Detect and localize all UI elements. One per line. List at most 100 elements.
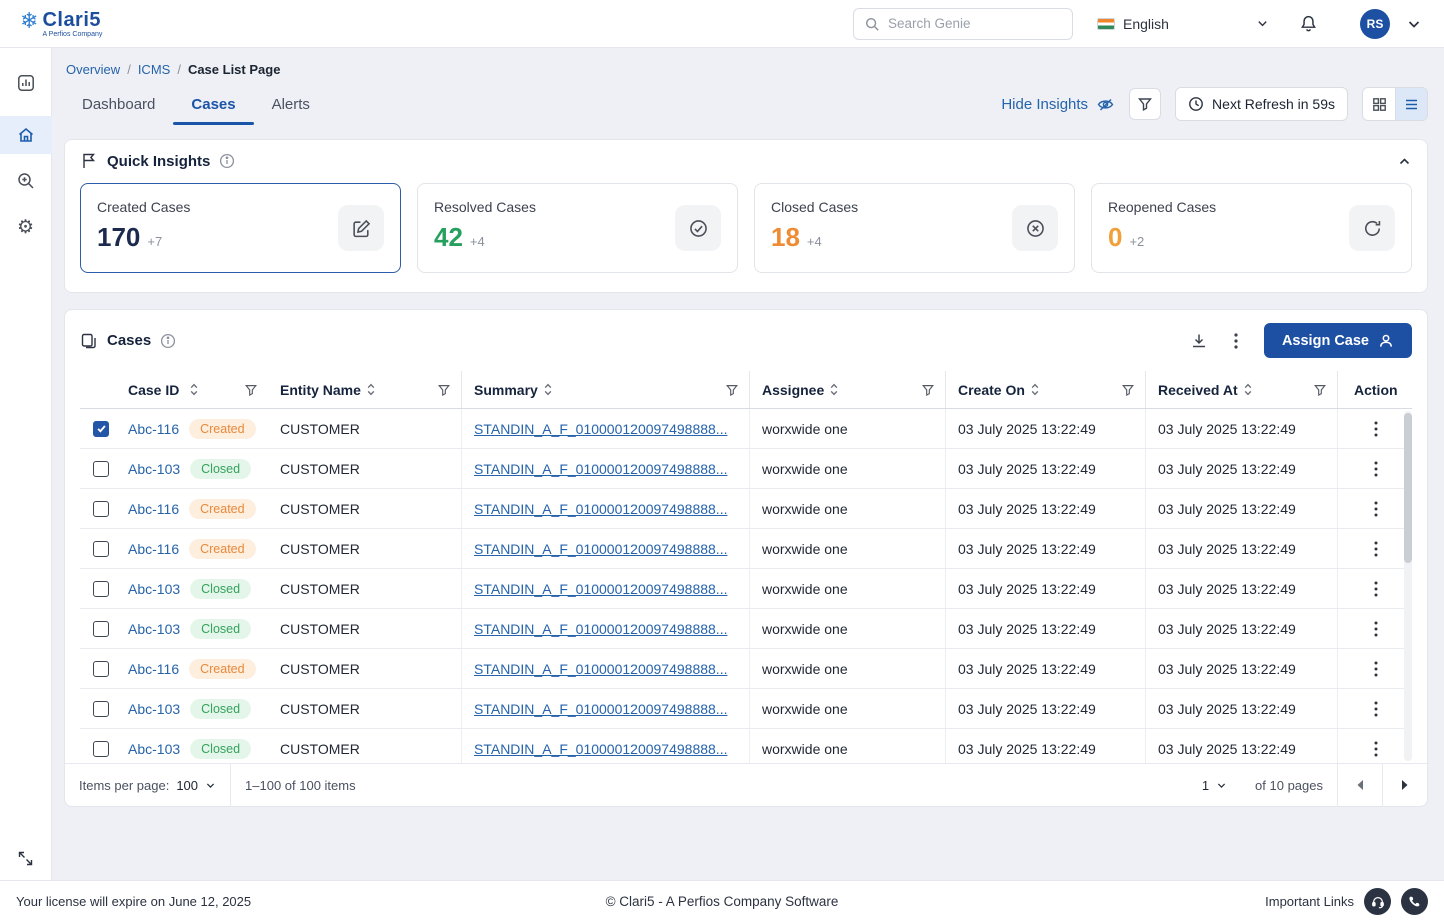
phone-icon[interactable] [1401,888,1428,915]
page-select[interactable]: 1 [1188,764,1241,806]
stat-card-created-cases[interactable]: Created Cases 170 +7 [80,183,401,273]
header-summary[interactable]: Summary [462,371,750,408]
expand-icon[interactable] [18,851,33,866]
prev-page-button[interactable] [1338,764,1382,806]
row-checkbox[interactable] [93,420,109,437]
header-received-at[interactable]: Received At [1146,371,1338,408]
summary-link[interactable]: STANDIN_A_F_010000120097498888... [474,701,727,717]
stat-card-reopened-cases[interactable]: Reopened Cases 0 +2 [1091,183,1412,273]
info-icon[interactable] [219,153,235,169]
case-id-link[interactable]: Abc-103 [128,741,180,757]
search-genie-box[interactable] [853,7,1073,40]
summary-link[interactable]: STANDIN_A_F_010000120097498888... [474,661,727,677]
column-funnel-icon[interactable] [437,383,451,397]
row-actions-kebab[interactable] [1370,457,1382,481]
column-funnel-icon[interactable] [244,383,258,397]
case-id-link[interactable]: Abc-116 [128,421,179,437]
column-funnel-icon[interactable] [1313,383,1327,397]
column-funnel-icon[interactable] [725,383,739,397]
stat-card-resolved-cases[interactable]: Resolved Cases 42 +4 [417,183,738,273]
breadcrumb-overview[interactable]: Overview [66,62,120,77]
summary-link[interactable]: STANDIN_A_F_010000120097498888... [474,581,727,597]
stat-card-closed-cases[interactable]: Closed Cases 18 +4 [754,183,1075,273]
important-links[interactable]: Important Links [1265,894,1354,909]
header-assignee[interactable]: Assignee [750,371,946,408]
hide-insights-toggle[interactable]: Hide Insights [1001,95,1115,114]
row-checkbox[interactable] [93,580,109,597]
language-selector[interactable]: English [1097,16,1269,32]
row-checkbox[interactable] [93,700,109,717]
sidebar-item-settings[interactable]: ⚙ [0,208,52,246]
case-id-link[interactable]: Abc-103 [128,581,180,597]
row-checkbox[interactable] [93,620,109,637]
notifications-bell-icon[interactable] [1299,14,1318,33]
sidebar-item-search[interactable] [0,162,52,200]
summary-link[interactable]: STANDIN_A_F_010000120097498888... [474,461,727,477]
tab-cases[interactable]: Cases [173,84,254,125]
download-icon[interactable] [1190,332,1208,350]
case-id-link[interactable]: Abc-116 [128,501,179,517]
user-avatar[interactable]: RS [1360,8,1390,39]
table-row[interactable]: Abc-116 Created CUSTOMER STANDIN_A_F_010… [80,529,1412,569]
table-row[interactable]: Abc-103 Closed CUSTOMER STANDIN_A_F_0100… [80,609,1412,649]
sort-icon[interactable] [366,382,376,397]
summary-link[interactable]: STANDIN_A_F_010000120097498888... [474,501,727,517]
sort-icon[interactable] [1030,382,1040,397]
table-scrollbar[interactable] [1404,411,1412,761]
row-actions-kebab[interactable] [1370,657,1382,681]
column-funnel-icon[interactable] [921,383,935,397]
sidebar-item-analytics[interactable] [0,64,52,102]
table-row[interactable]: Abc-116 Created CUSTOMER STANDIN_A_F_010… [80,649,1412,689]
case-id-link[interactable]: Abc-103 [128,461,180,477]
row-actions-kebab[interactable] [1370,417,1382,441]
row-checkbox[interactable] [93,460,109,477]
sort-icon[interactable] [543,382,553,397]
row-checkbox[interactable] [93,540,109,557]
next-refresh-timer[interactable]: Next Refresh in 59s [1175,87,1348,121]
table-row[interactable]: Abc-103 Closed CUSTOMER STANDIN_A_F_0100… [80,569,1412,609]
column-funnel-icon[interactable] [1121,383,1135,397]
row-checkbox[interactable] [93,500,109,517]
row-checkbox[interactable] [93,660,109,677]
breadcrumb-icms[interactable]: ICMS [138,62,171,77]
case-id-link[interactable]: Abc-103 [128,621,180,637]
header-entity-name[interactable]: Entity Name [268,371,462,408]
row-actions-kebab[interactable] [1370,697,1382,721]
header-create-on[interactable]: Create On [946,371,1146,408]
case-id-link[interactable]: Abc-116 [128,541,179,557]
scrollbar-thumb[interactable] [1404,413,1412,563]
summary-link[interactable]: STANDIN_A_F_010000120097498888... [474,421,727,437]
row-actions-kebab[interactable] [1370,737,1382,761]
sort-icon[interactable] [1243,382,1253,397]
row-checkbox[interactable] [93,740,109,757]
tab-alerts[interactable]: Alerts [254,84,328,125]
header-case-id[interactable]: Case ID [116,371,268,408]
grid-view-button[interactable] [1363,88,1395,120]
search-input[interactable] [888,16,1062,31]
row-actions-kebab[interactable] [1370,617,1382,641]
row-actions-kebab[interactable] [1370,537,1382,561]
table-row[interactable]: Abc-103 Closed CUSTOMER STANDIN_A_F_0100… [80,689,1412,729]
table-row[interactable]: Abc-116 Created CUSTOMER STANDIN_A_F_010… [80,489,1412,529]
cases-kebab-menu[interactable] [1230,329,1242,353]
filter-button[interactable] [1129,88,1162,120]
tab-dashboard[interactable]: Dashboard [64,84,173,125]
support-headset-icon[interactable] [1364,888,1391,915]
summary-link[interactable]: STANDIN_A_F_010000120097498888... [474,621,727,637]
row-actions-kebab[interactable] [1370,577,1382,601]
case-id-link[interactable]: Abc-116 [128,661,179,677]
profile-chevron-down-icon[interactable] [1406,16,1422,32]
info-icon[interactable] [160,333,176,349]
sidebar-item-home[interactable] [0,116,52,154]
case-id-link[interactable]: Abc-103 [128,701,180,717]
sort-icon[interactable] [829,382,839,397]
table-row[interactable]: Abc-103 Closed CUSTOMER STANDIN_A_F_0100… [80,449,1412,489]
table-row[interactable]: Abc-103 Closed CUSTOMER STANDIN_A_F_0100… [80,729,1412,763]
items-per-page-select[interactable]: Items per page: 100 [65,764,230,806]
next-page-button[interactable] [1383,764,1427,806]
assign-case-button[interactable]: Assign Case [1263,323,1412,358]
list-view-button[interactable] [1395,88,1427,120]
sort-icon[interactable] [189,382,199,397]
table-row[interactable]: Abc-116 Created CUSTOMER STANDIN_A_F_010… [80,409,1412,449]
row-actions-kebab[interactable] [1370,497,1382,521]
